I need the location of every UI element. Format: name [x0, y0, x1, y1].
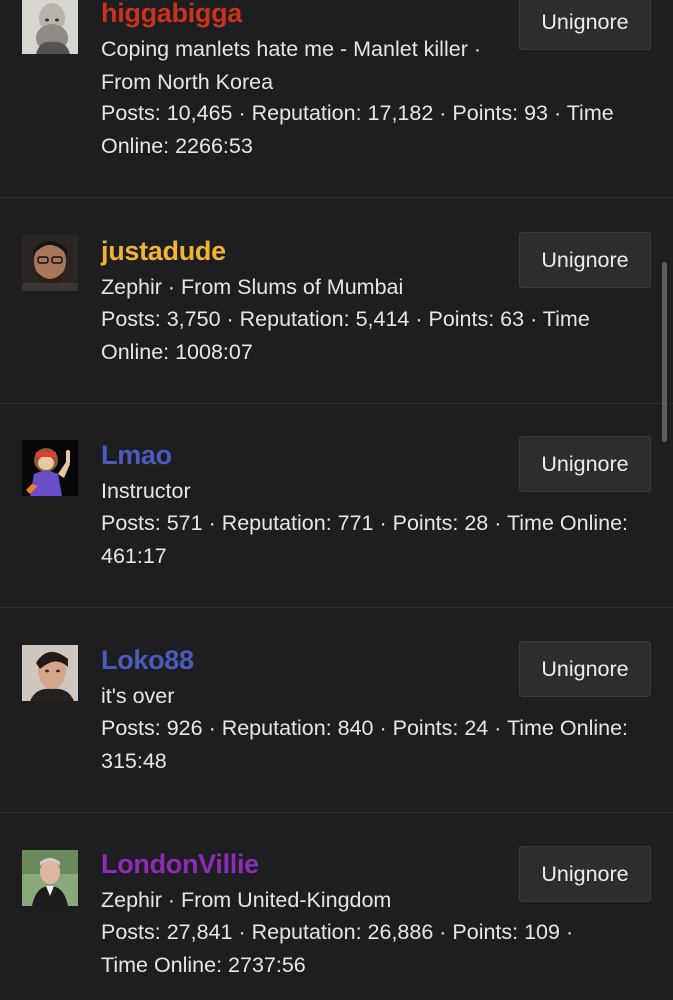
avatar[interactable] — [22, 645, 78, 701]
user-stats: Posts: 27,841 · Reputation: 26,886 · Poi… — [101, 916, 621, 981]
user-info: Coping manlets hate me - Manlet killer ·… — [101, 33, 481, 98]
stats-text: Posts: 10,465 · Reputation: 17,182 · Poi… — [101, 101, 614, 158]
avatar[interactable] — [22, 850, 78, 906]
row-divider — [0, 812, 673, 813]
stats-text: Posts: 926 · Reputation: 840 · Points: 2… — [101, 716, 629, 773]
row-divider — [0, 197, 673, 198]
avatar-male-model-icon — [22, 645, 78, 701]
row-divider — [0, 403, 673, 404]
avatar-older-man-icon — [22, 850, 78, 906]
unignore-button[interactable]: Unignore — [519, 232, 651, 288]
username-link[interactable]: higgabigga — [101, 0, 242, 29]
avatar[interactable] — [22, 0, 78, 54]
unignore-button[interactable]: Unignore — [519, 641, 651, 697]
avatar-cartoon-monkey-icon — [22, 440, 78, 496]
avatar-man-glasses-icon — [22, 235, 78, 291]
user-stats: Posts: 926 · Reputation: 840 · Points: 2… — [101, 712, 641, 777]
stats-text: Posts: 571 · Reputation: 771 · Points: 2… — [101, 511, 629, 568]
row-divider — [0, 607, 673, 608]
username-link[interactable]: Lmao — [101, 439, 172, 471]
user-title-location: Coping manlets hate me - Manlet killer ·… — [101, 37, 481, 94]
avatar[interactable] — [22, 235, 78, 291]
avatar-bearded-man-icon — [22, 0, 78, 54]
user-stats: Posts: 571 · Reputation: 771 · Points: 2… — [101, 507, 641, 572]
unignore-button[interactable]: Unignore — [519, 846, 651, 902]
user-stats: Posts: 3,750 · Reputation: 5,414 · Point… — [101, 303, 641, 368]
stats-text: Posts: 27,841 · Reputation: 26,886 · Poi… — [101, 920, 574, 977]
username-link[interactable]: justadude — [101, 235, 226, 267]
unignore-button[interactable]: Unignore — [519, 0, 651, 50]
scrollbar-thumb[interactable] — [662, 262, 667, 442]
username-link[interactable]: LondonVillie — [101, 848, 259, 880]
avatar[interactable] — [22, 440, 78, 496]
user-stats: Posts: 10,465 · Reputation: 17,182 · Poi… — [101, 97, 621, 162]
unignore-button[interactable]: Unignore — [519, 436, 651, 492]
stats-text: Posts: 3,750 · Reputation: 5,414 · Point… — [101, 307, 590, 364]
username-link[interactable]: Loko88 — [101, 644, 194, 676]
